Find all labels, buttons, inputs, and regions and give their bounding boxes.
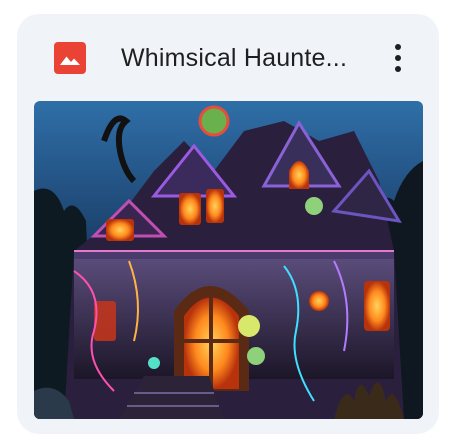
- image-thumbnail[interactable]: [34, 101, 423, 419]
- file-card[interactable]: Whimsical Haunte...: [17, 14, 439, 434]
- file-card-header: Whimsical Haunte...: [17, 14, 439, 100]
- image-file-icon: [54, 42, 86, 74]
- haunted-house-illustration: [34, 101, 423, 419]
- more-options-icon[interactable]: [381, 38, 417, 78]
- file-title[interactable]: Whimsical Haunte...: [121, 42, 361, 74]
